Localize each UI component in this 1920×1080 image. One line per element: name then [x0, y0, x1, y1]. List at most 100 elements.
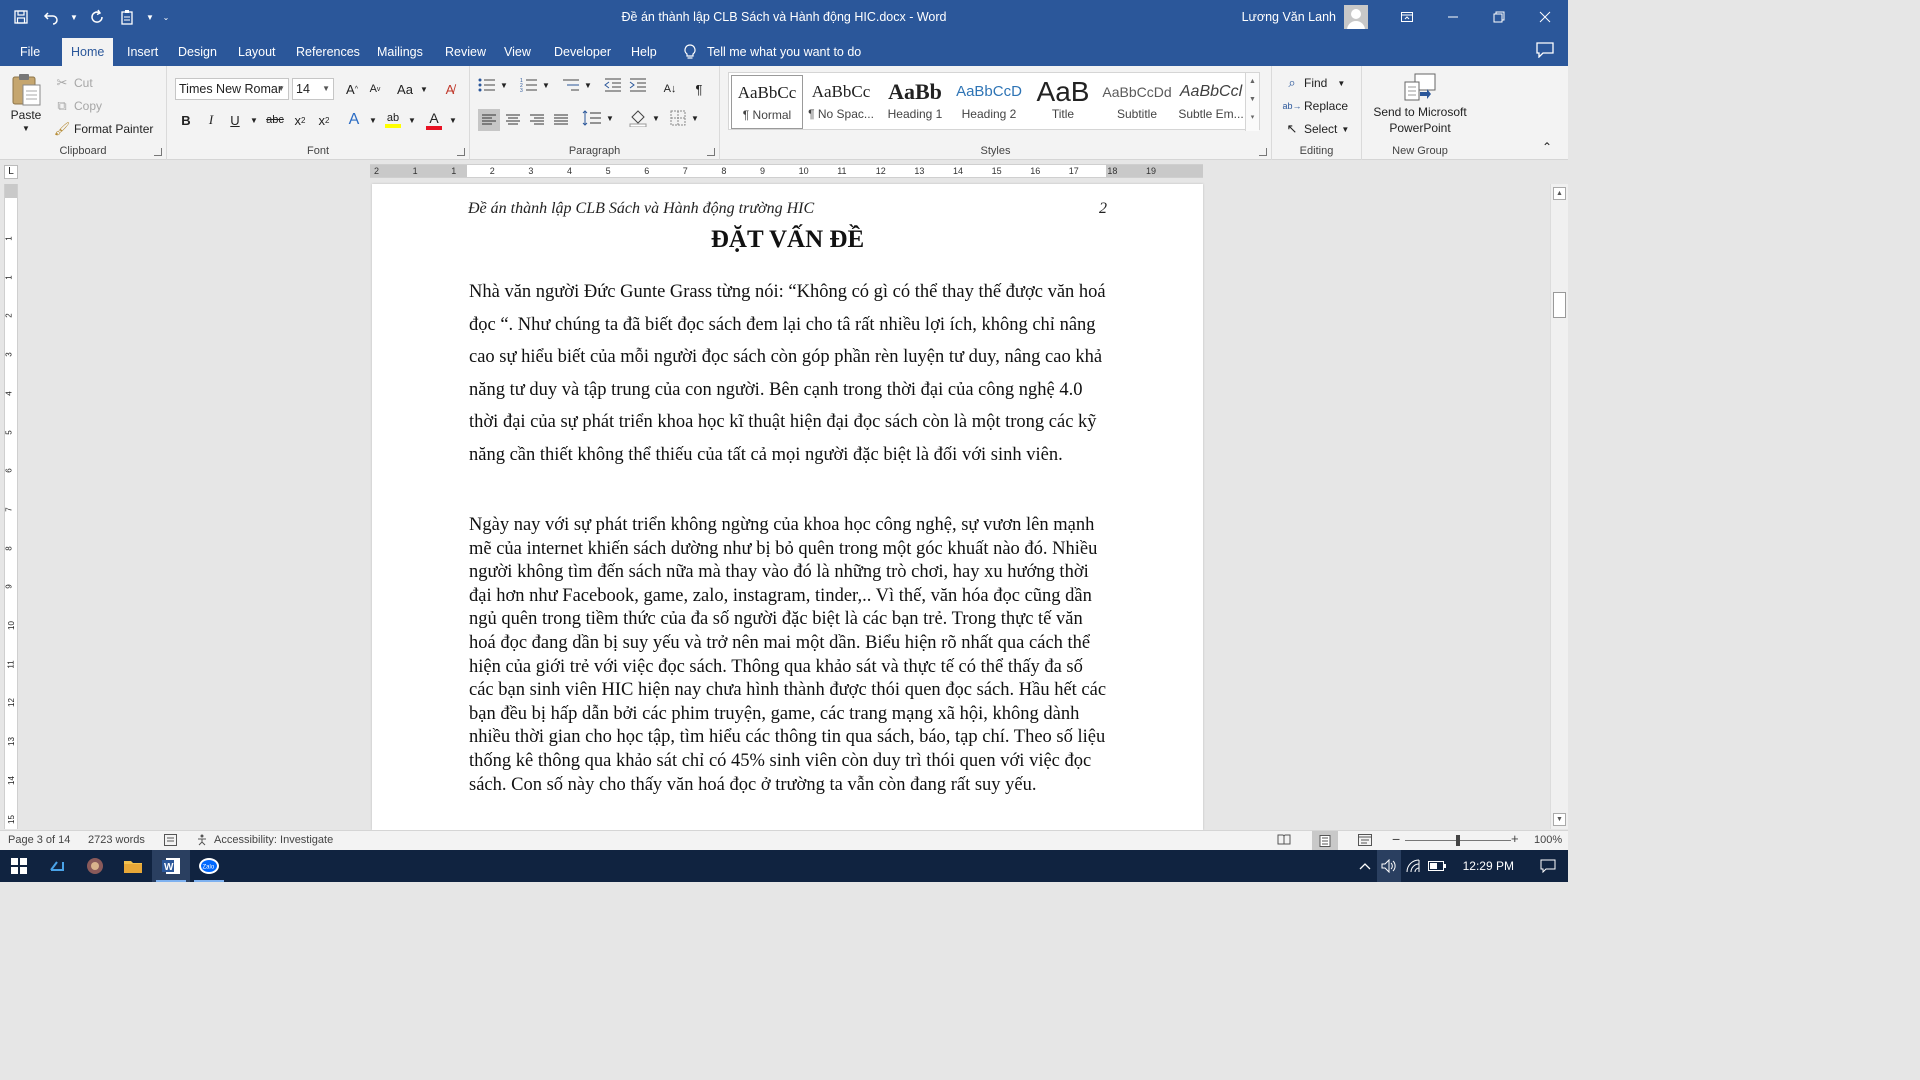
scroll-up-icon[interactable]: ▲ — [1553, 187, 1566, 200]
decrease-indent-button[interactable] — [604, 78, 622, 92]
format-painter-button[interactable]: 🖌 Format Painter — [54, 118, 154, 140]
underline-button[interactable]: U ▼ — [224, 109, 258, 131]
paste-quick-icon[interactable] — [114, 4, 140, 30]
web-layout-icon[interactable] — [1358, 834, 1372, 846]
document-page[interactable]: Đề án thành lập CLB Sách và Hành động tr… — [372, 184, 1203, 830]
notification-icon[interactable] — [1528, 850, 1568, 882]
style-heading-2[interactable]: AaBbCcD Heading 2 — [953, 75, 1025, 129]
body-paragraph-2[interactable]: Ngày nay với sự phát triển không ngừng c… — [469, 514, 1111, 797]
numbering-button[interactable]: 123 ▼ — [520, 78, 550, 92]
tab-view[interactable]: View — [495, 38, 540, 66]
font-color-button[interactable]: A ▼ — [423, 109, 457, 131]
tab-home[interactable]: Home — [62, 38, 114, 66]
read-mode-icon[interactable] — [1277, 834, 1291, 845]
bold-button[interactable]: B — [175, 109, 197, 131]
find-button[interactable]: ⌕ Find ▼ — [1284, 72, 1345, 94]
subscript-button[interactable]: x2 — [289, 109, 311, 131]
shrink-font-button[interactable]: Av — [364, 78, 386, 100]
tab-help[interactable]: Help — [622, 38, 666, 66]
text-effects-button[interactable]: A ▼ — [343, 109, 377, 131]
tell-me-search[interactable]: Tell me what you want to do — [683, 38, 861, 66]
tab-developer[interactable]: Developer — [545, 38, 620, 66]
clipboard-dialog-launcher-icon[interactable] — [154, 148, 162, 156]
ribbon-display-options-icon[interactable] — [1384, 0, 1430, 34]
align-left-button[interactable] — [478, 109, 500, 131]
scroll-thumb[interactable] — [1553, 292, 1566, 318]
chevron-down-icon[interactable]: ▼ — [322, 79, 330, 99]
tab-mailings[interactable]: Mailings — [368, 38, 432, 66]
vertical-ruler[interactable]: 112345678910111213141516 — [4, 184, 18, 862]
style-no-spacing[interactable]: AaBbCc ¶ No Spac... — [805, 75, 877, 129]
style-subtle-emphasis[interactable]: AaBbCcl Subtle Em... — [1175, 75, 1247, 129]
more-styles-icon[interactable]: ▾ — [1246, 109, 1259, 127]
undo-dropdown-icon[interactable]: ▼ — [68, 13, 80, 22]
borders-button[interactable]: ▼ — [669, 109, 699, 127]
strikethrough-button[interactable]: abc — [264, 109, 286, 131]
save-icon[interactable] — [8, 4, 34, 30]
cut-button[interactable]: ✂ Cut — [54, 72, 93, 94]
tab-insert[interactable]: Insert — [118, 38, 167, 66]
zalo-icon[interactable]: Zalo — [190, 850, 228, 882]
shading-button[interactable]: ▼ — [628, 109, 660, 127]
section-heading[interactable]: ĐẶT VẤN ĐỀ — [372, 226, 1203, 254]
tab-selector-icon[interactable]: L — [4, 165, 18, 179]
select-button[interactable]: ↖ Select ▼ — [1284, 118, 1350, 140]
zoom-in-button[interactable]: + — [1511, 831, 1519, 846]
search-icon[interactable] — [38, 850, 76, 882]
page-count[interactable]: Page 3 of 14 — [8, 834, 70, 846]
volume-icon[interactable] — [1376, 850, 1401, 882]
clear-formatting-button[interactable]: A̸ — [439, 78, 461, 100]
body-paragraph-1[interactable]: Nhà văn người Đức Gunte Grass từng nói: … — [469, 276, 1109, 472]
paste-quick-dropdown-icon[interactable]: ▼ — [144, 13, 156, 22]
collapse-ribbon-icon[interactable]: ⌃ — [1542, 140, 1552, 154]
send-to-powerpoint-button[interactable]: Send to Microsoft PowerPoint — [1366, 72, 1474, 136]
battery-icon[interactable] — [1425, 850, 1449, 882]
scroll-down-icon[interactable]: ▼ — [1553, 813, 1566, 826]
bullets-button[interactable]: ▼ — [478, 78, 508, 92]
avatar[interactable] — [1344, 5, 1368, 29]
tab-design[interactable]: Design — [169, 38, 226, 66]
style-heading-1[interactable]: AaBb Heading 1 — [879, 75, 951, 129]
zoom-level[interactable]: 100% — [1534, 834, 1562, 846]
file-explorer-icon[interactable] — [114, 850, 152, 882]
chevron-up-icon[interactable] — [1353, 850, 1377, 882]
style-title[interactable]: AaB Title — [1027, 75, 1099, 129]
windows-start-icon[interactable] — [0, 850, 38, 882]
horizontal-ruler[interactable]: 2 1 1 2 3 4 5 6 7 8 9 10 11 12 13 14 15 16 17 18 19 — [370, 164, 1203, 178]
tab-review[interactable]: Review — [436, 38, 495, 66]
style-subtitle[interactable]: AaBbCcDd Subtitle — [1101, 75, 1173, 129]
scroll-down-icon[interactable]: ▼ — [1246, 91, 1259, 109]
show-formatting-button[interactable]: ¶ — [688, 78, 710, 100]
superscript-button[interactable]: x2 — [313, 109, 335, 131]
wifi-icon[interactable] — [1401, 850, 1425, 882]
font-size-box[interactable]: 14 ▼ — [292, 78, 334, 100]
comments-icon[interactable] — [1536, 42, 1554, 58]
word-taskbar-icon[interactable]: W — [152, 850, 190, 882]
close-icon[interactable] — [1522, 0, 1568, 34]
tab-layout[interactable]: Layout — [229, 38, 285, 66]
grow-font-button[interactable]: A ^ — [341, 78, 363, 100]
chevron-down-icon[interactable]: ▼ — [277, 79, 285, 99]
paragraph-dialog-launcher-icon[interactable] — [707, 148, 715, 156]
app-icon[interactable] — [76, 850, 114, 882]
word-count[interactable]: 2723 words — [88, 834, 145, 846]
align-right-button[interactable] — [526, 109, 548, 131]
tab-file[interactable]: File — [11, 38, 49, 66]
paste-dropdown-icon[interactable]: ▼ — [22, 124, 30, 133]
sort-button[interactable]: A↓ — [659, 78, 681, 100]
zoom-out-button[interactable]: − — [1392, 831, 1400, 847]
tab-references[interactable]: References — [287, 38, 369, 66]
align-center-button[interactable] — [502, 109, 524, 131]
page-header[interactable]: Đề án thành lập CLB Sách và Hành động tr… — [468, 200, 1107, 218]
zoom-slider-thumb[interactable] — [1456, 835, 1460, 846]
styles-dialog-launcher-icon[interactable] — [1259, 148, 1267, 156]
user-account[interactable]: Lương Văn Lanh — [1242, 0, 1368, 34]
redo-icon[interactable] — [84, 4, 110, 30]
undo-icon[interactable] — [38, 4, 64, 30]
customize-qat-icon[interactable]: ⌄ — [160, 13, 172, 22]
font-dialog-launcher-icon[interactable] — [457, 148, 465, 156]
change-case-button[interactable]: Aa ▼ — [394, 78, 428, 100]
clock[interactable]: 12:29 PM — [1449, 859, 1528, 873]
scroll-up-icon[interactable]: ▲ — [1246, 73, 1259, 91]
replace-button[interactable]: ab→ Replace — [1283, 95, 1349, 117]
